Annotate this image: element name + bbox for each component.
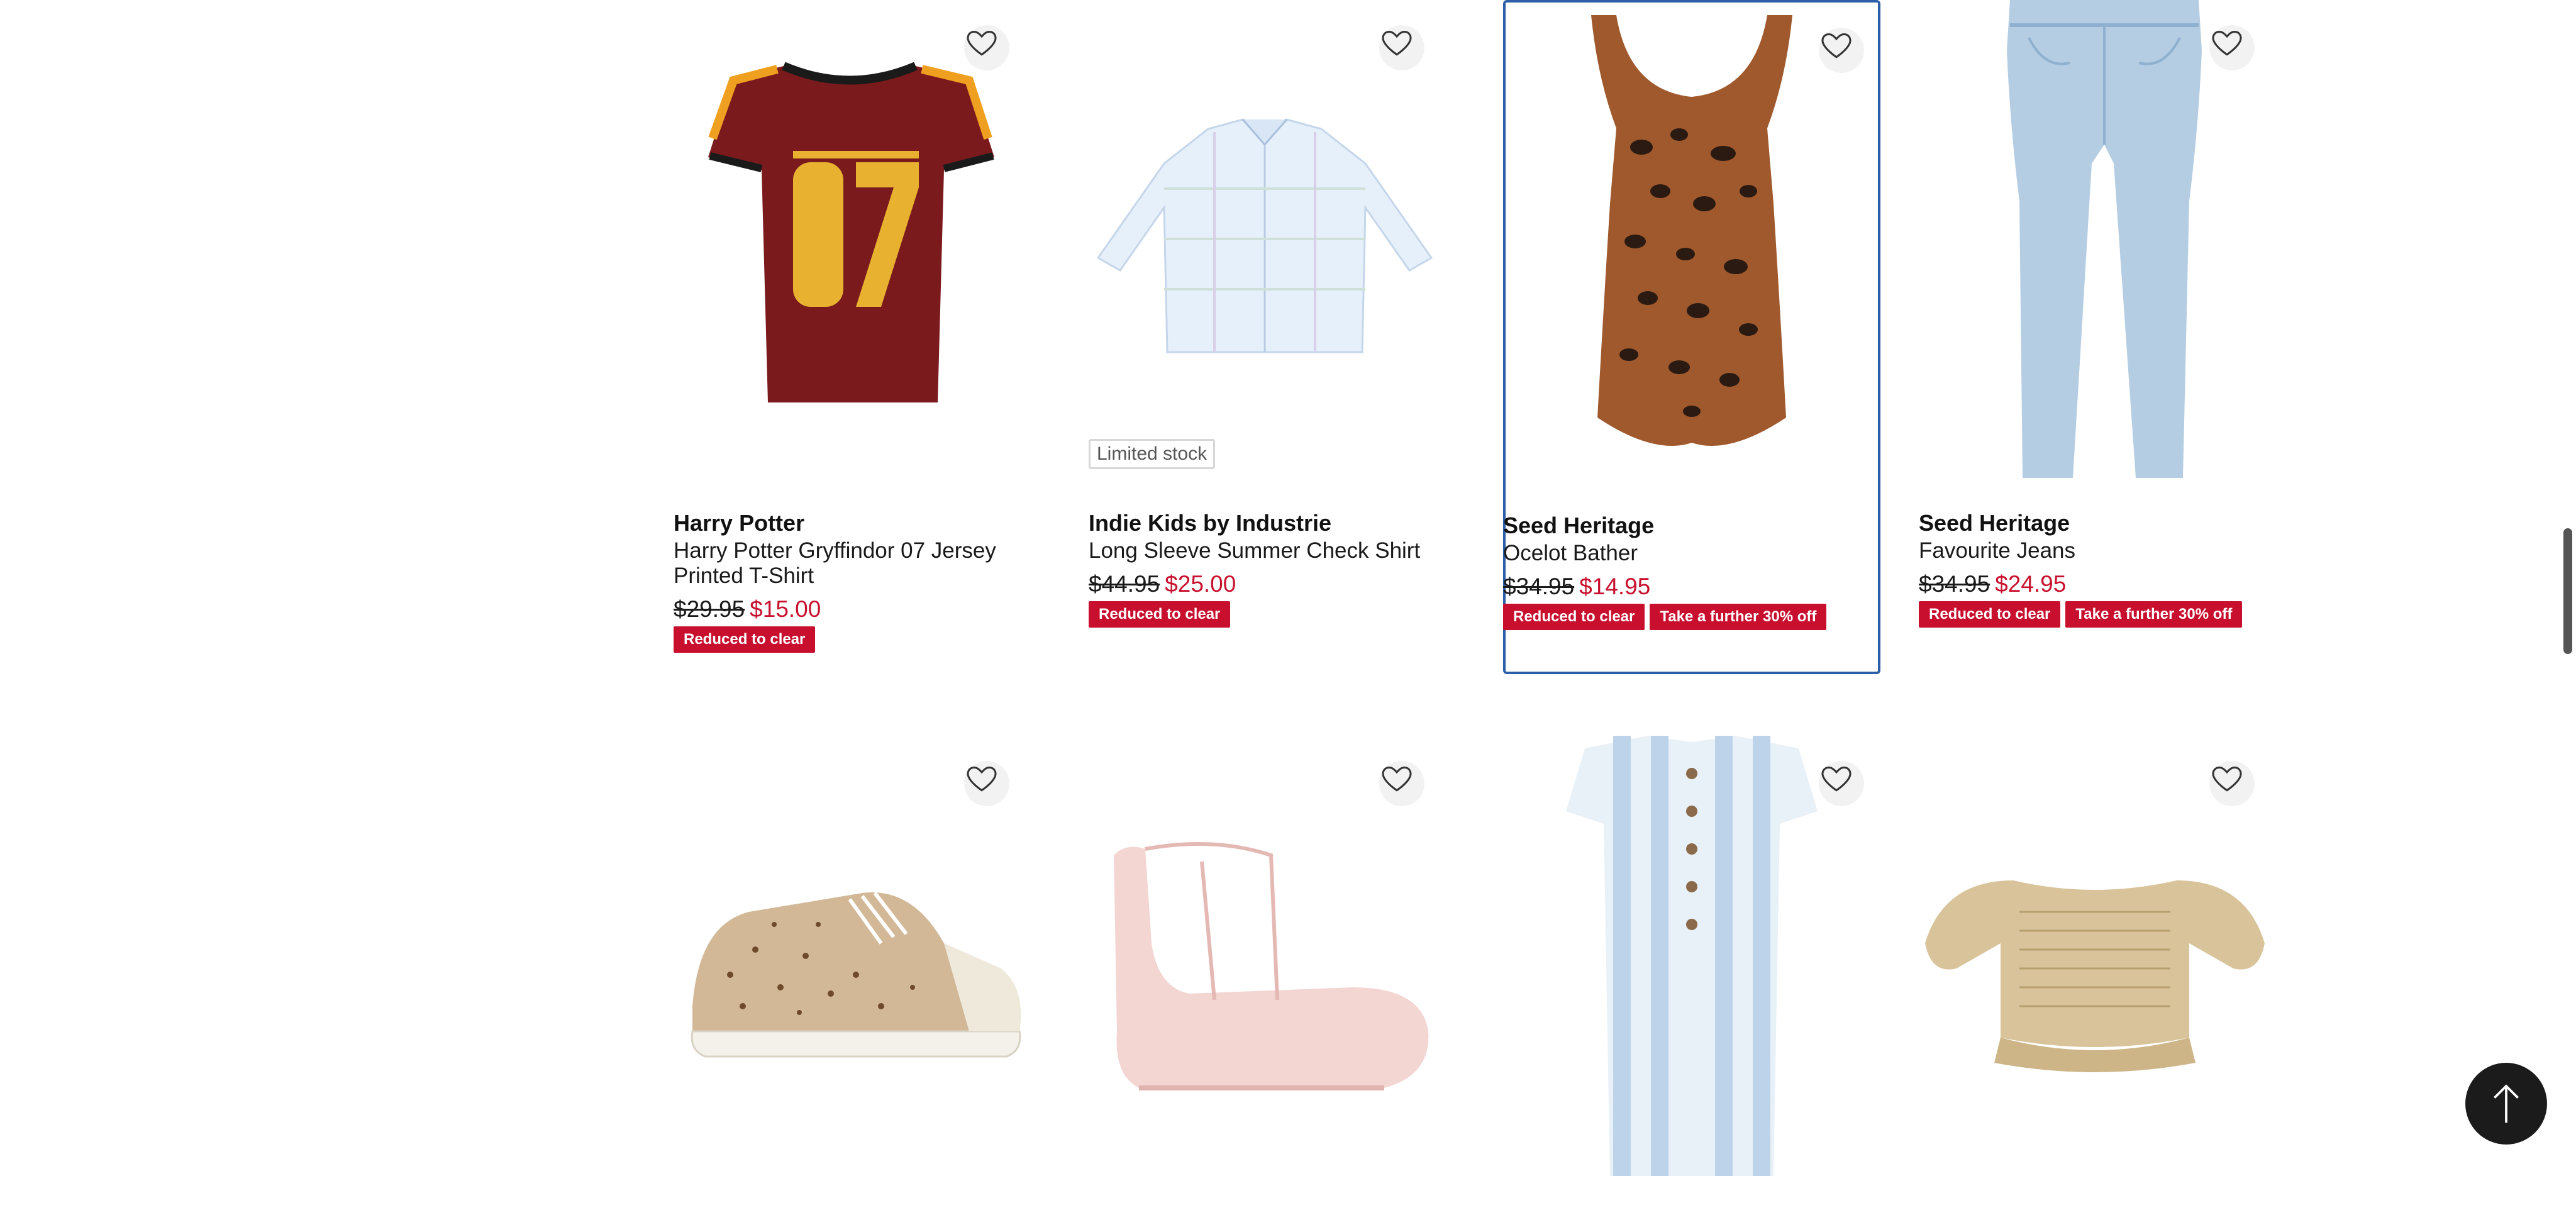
limited-stock-badge: Limited stock bbox=[1089, 439, 1216, 469]
promo-tag: Take a further 30% off bbox=[2065, 601, 2243, 628]
heart-outline-icon bbox=[967, 766, 997, 792]
product-card[interactable]: Seed Heritage Ocelot Bather $34.95 $14.95… bbox=[1503, 0, 1880, 674]
product-prices: $34.95 $14.95 bbox=[1503, 572, 1867, 601]
product-brand[interactable]: Seed Heritage bbox=[1919, 509, 2271, 537]
product-info: Seed Heritage Favourite Jeans $34.95 $24.… bbox=[1919, 509, 2271, 628]
original-price: $29.95 bbox=[674, 596, 745, 622]
sale-price: $24.95 bbox=[1995, 571, 2067, 597]
product-image[interactable] bbox=[674, 736, 1026, 1220]
product-image[interactable] bbox=[1919, 0, 2271, 484]
promo-tags: Reduced to clear bbox=[1089, 601, 1441, 628]
product-image[interactable] bbox=[1503, 3, 1880, 487]
wishlist-button[interactable] bbox=[964, 761, 1009, 806]
product-card[interactable] bbox=[1072, 736, 1452, 1176]
product-title[interactable]: Favourite Jeans bbox=[1919, 538, 2271, 563]
product-prices: $44.95 $25.00 bbox=[1089, 570, 1441, 599]
original-price: $44.95 bbox=[1089, 571, 1160, 597]
promo-tag: Reduced to clear bbox=[1503, 604, 1645, 630]
wishlist-button[interactable] bbox=[1379, 25, 1424, 70]
product-grid: Harry Potter Harry Potter Gryffindor 07 … bbox=[657, 0, 2304, 1176]
product-title[interactable]: Ocelot Bather bbox=[1503, 541, 1867, 566]
product-card[interactable]: Limited stock Indie Kids by Industrie Lo… bbox=[1072, 0, 1452, 679]
product-brand[interactable]: Indie Kids by Industrie bbox=[1089, 509, 1441, 537]
heart-outline-icon bbox=[967, 30, 997, 56]
scrollbar-thumb[interactable] bbox=[2563, 528, 2572, 654]
wishlist-button[interactable] bbox=[1379, 761, 1424, 806]
heart-outline-icon bbox=[1382, 30, 1412, 56]
heart-outline-icon bbox=[1821, 766, 1852, 792]
product-brand[interactable]: Harry Potter bbox=[674, 509, 1026, 537]
wishlist-button[interactable] bbox=[2209, 761, 2255, 806]
product-card[interactable]: Harry Potter Harry Potter Gryffindor 07 … bbox=[657, 0, 1037, 679]
wishlist-button[interactable] bbox=[2209, 25, 2255, 70]
product-card[interactable] bbox=[1503, 736, 1880, 1176]
sale-price: $25.00 bbox=[1165, 571, 1236, 597]
promo-tags: Reduced to clear bbox=[674, 626, 1026, 653]
wishlist-button[interactable] bbox=[1819, 28, 1864, 73]
product-prices: $29.95 $15.00 bbox=[674, 595, 1026, 624]
promo-tag: Take a further 30% off bbox=[1650, 604, 1827, 630]
product-title[interactable]: Harry Potter Gryffindor 07 Jersey Printe… bbox=[674, 538, 1026, 589]
heart-outline-icon bbox=[1821, 33, 1852, 58]
wishlist-button[interactable] bbox=[964, 25, 1009, 70]
product-info: Indie Kids by Industrie Long Sleeve Summ… bbox=[1089, 509, 1441, 628]
product-card[interactable] bbox=[657, 736, 1037, 1176]
product-prices: $34.95 $24.95 bbox=[1919, 570, 2271, 599]
promo-tag: Reduced to clear bbox=[1919, 601, 2061, 628]
heart-outline-icon bbox=[2212, 766, 2242, 792]
product-title[interactable]: Long Sleeve Summer Check Shirt bbox=[1089, 538, 1441, 563]
arrow-up-icon bbox=[2494, 1084, 2519, 1123]
sale-price: $15.00 bbox=[750, 596, 821, 622]
original-price: $34.95 bbox=[1919, 571, 1990, 597]
product-info: Seed Heritage Ocelot Bather $34.95 $14.95… bbox=[1503, 512, 1867, 630]
heart-outline-icon bbox=[1382, 766, 1412, 792]
product-image[interactable] bbox=[1089, 0, 1441, 484]
promo-tags: Reduced to clear Take a further 30% off bbox=[1919, 601, 2271, 628]
promo-tag: Reduced to clear bbox=[674, 626, 816, 653]
product-card[interactable] bbox=[1902, 736, 2282, 1176]
product-image[interactable] bbox=[1503, 736, 1880, 1220]
sale-price: $14.95 bbox=[1579, 574, 1651, 599]
product-image[interactable] bbox=[1089, 736, 1441, 1220]
heart-outline-icon bbox=[2212, 30, 2242, 56]
product-info: Harry Potter Harry Potter Gryffindor 07 … bbox=[674, 509, 1026, 653]
back-to-top-button[interactable] bbox=[2465, 1063, 2547, 1145]
product-card[interactable]: Seed Heritage Favourite Jeans $34.95 $24.… bbox=[1902, 0, 2282, 679]
product-image[interactable] bbox=[1919, 736, 2271, 1220]
promo-tag: Reduced to clear bbox=[1089, 601, 1231, 628]
original-price: $34.95 bbox=[1503, 574, 1575, 599]
wishlist-button[interactable] bbox=[1819, 761, 1864, 806]
promo-tags: Reduced to clear Take a further 30% off bbox=[1503, 604, 1867, 630]
product-image[interactable] bbox=[674, 0, 1026, 484]
product-brand[interactable]: Seed Heritage bbox=[1503, 512, 1867, 540]
